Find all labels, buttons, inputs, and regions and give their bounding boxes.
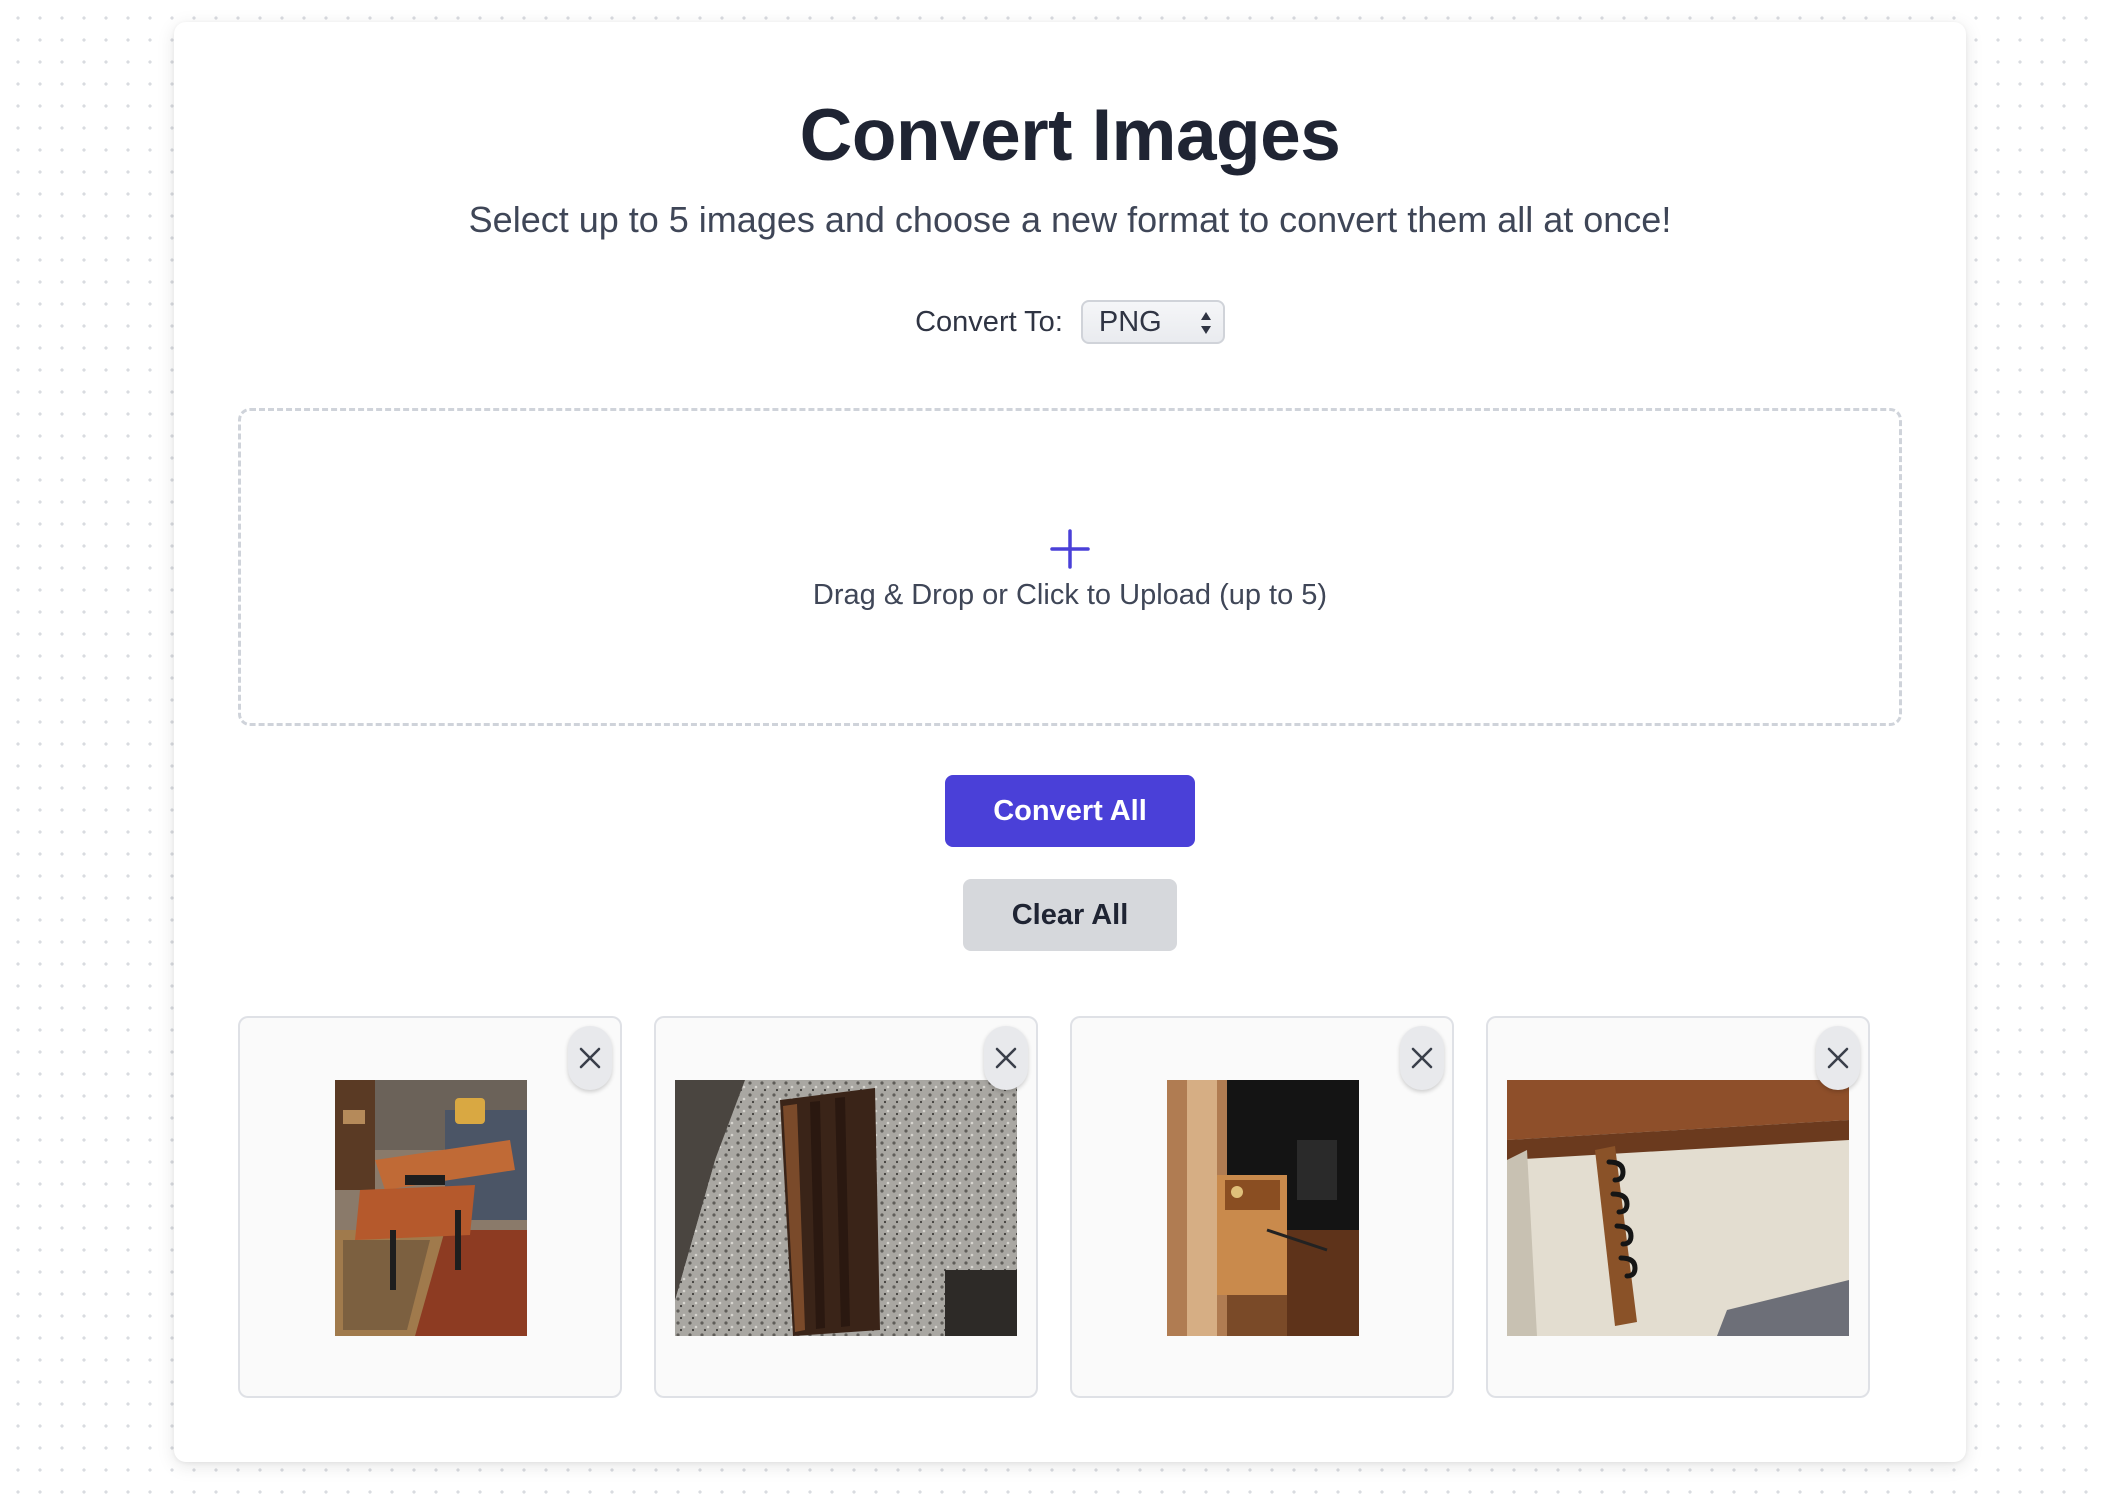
image-preview-card	[1070, 1016, 1454, 1398]
select-arrows-icon	[1200, 312, 1211, 334]
plus-icon	[1050, 529, 1090, 569]
close-icon	[1827, 1047, 1849, 1069]
format-select[interactable]: PNG	[1080, 300, 1225, 344]
remove-image-button[interactable]	[1816, 1026, 1860, 1090]
image-preview	[675, 1080, 1017, 1336]
image-preview-card	[654, 1016, 1038, 1398]
page-title: Convert Images	[799, 95, 1341, 176]
remove-image-button[interactable]	[1400, 1026, 1444, 1090]
image-preview	[335, 1080, 527, 1336]
format-row: Convert To: PNG	[174, 297, 1966, 347]
image-preview-card	[238, 1016, 622, 1398]
dropzone-text: Drag & Drop or Click to Upload (up to 5)	[812, 579, 1328, 611]
upload-dropzone[interactable]: Drag & Drop or Click to Upload (up to 5)	[238, 408, 1902, 726]
remove-image-button[interactable]	[568, 1026, 612, 1090]
clear-all-button[interactable]: Clear All	[963, 879, 1177, 951]
image-preview	[1507, 1080, 1849, 1336]
format-selected-value: PNG	[1098, 305, 1162, 338]
close-icon	[1411, 1047, 1433, 1069]
page-subtitle: Select up to 5 images and choose a new f…	[468, 199, 1672, 240]
image-preview-card	[1486, 1016, 1870, 1398]
convert-all-button[interactable]: Convert All	[945, 775, 1195, 847]
converter-card: Convert Images Select up to 5 images and…	[174, 22, 1966, 1462]
close-icon	[995, 1047, 1017, 1069]
image-preview	[1167, 1080, 1359, 1336]
remove-image-button[interactable]	[984, 1026, 1028, 1090]
format-label: Convert To:	[915, 305, 1063, 338]
close-icon	[579, 1047, 601, 1069]
